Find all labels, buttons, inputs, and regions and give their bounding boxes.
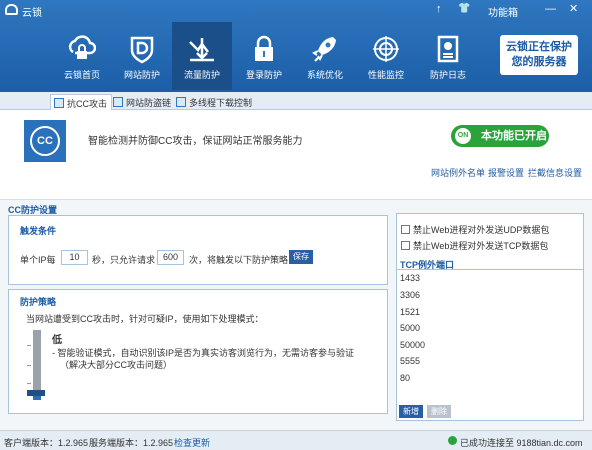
list-item[interactable]: 1521 — [400, 307, 420, 317]
feature-info-panel: CC 智能检测并防御CC攻击，保证网站正常服务能力 ON 本功能已开启 网站例外… — [0, 110, 592, 200]
list-item[interactable]: 80 — [400, 373, 410, 383]
nav-label: 性能监控 — [367, 70, 404, 80]
trigger-text-3: 次，将触发以下防护策略 — [189, 255, 289, 265]
tab-anti-hotlink[interactable]: 网站防盗链 — [110, 94, 175, 110]
function-box-button[interactable]: 功能箱 — [488, 4, 518, 19]
link-alarm-settings[interactable]: 报警设置 — [488, 166, 524, 179]
skin-icon[interactable]: 👕 — [458, 3, 470, 15]
on-indicator-icon: ON — [455, 128, 471, 144]
checkbox-box[interactable] — [401, 225, 410, 234]
list-item[interactable]: 1433 — [400, 273, 420, 283]
app-title: 云锁 — [22, 8, 42, 19]
nav-label: 登录防护 — [245, 70, 282, 80]
nav-traffic-protection[interactable]: 流量防护 — [172, 22, 232, 90]
tab-label: 抗CC攻击 — [67, 99, 107, 109]
shield-d-icon — [130, 36, 154, 64]
tcp-block-checkbox[interactable]: 禁止Web进程对外发送TCP数据包 — [401, 239, 548, 252]
save-button[interactable]: 保存 — [289, 250, 313, 264]
add-port-button[interactable]: 新增 — [399, 405, 423, 418]
link-website-exceptions[interactable]: 网站例外名单 — [431, 166, 485, 179]
promo-line-2: 您的服务器 — [511, 56, 567, 68]
nav-protection-log[interactable]: 防护日志 — [418, 22, 478, 90]
nav-website-protection[interactable]: 网站防护 — [112, 22, 172, 90]
nav-label: 网站防护 — [123, 70, 160, 80]
slider-tick — [27, 345, 31, 346]
nav-login-protection[interactable]: 登录防护 — [234, 22, 294, 90]
connected-status-icon — [448, 436, 457, 445]
title-bar: 云锁 ↑ 👕 功能箱 — ✕ — [0, 0, 592, 20]
network-rules-panel: 禁止Web进程对外发送UDP数据包 禁止Web进程对外发送TCP数据包 TCP例… — [396, 213, 584, 421]
tcp-port-list[interactable]: 1433 3306 1521 5000 50000 5555 80 — [397, 269, 583, 404]
slider-tick — [27, 365, 31, 366]
nav-performance-monitor[interactable]: 性能监控 — [356, 22, 416, 90]
nav-system-optimize[interactable]: 系统优化 — [295, 22, 355, 90]
list-item[interactable]: 5555 — [400, 356, 420, 366]
cc-badge-text: CC — [30, 126, 60, 156]
traffic-arrow-icon — [189, 38, 214, 62]
check-update-link[interactable]: 检查更新 — [174, 436, 210, 449]
udp-label: 禁止Web进程对外发送UDP数据包 — [413, 225, 550, 235]
log-document-icon — [437, 35, 459, 63]
protection-status-banner: 云锁正在保护 您的服务器 — [500, 35, 578, 75]
hotlink-tab-icon — [113, 97, 123, 107]
toggle-label: 本功能已开启 — [481, 130, 547, 142]
udp-block-checkbox[interactable]: 禁止Web进程对外发送UDP数据包 — [401, 223, 549, 236]
trigger-text-1: 单个IP每 — [20, 255, 56, 265]
server-version: 服务端版本：1.2.965 — [89, 438, 174, 448]
cloud-lock-icon — [68, 35, 96, 59]
nav-label: 流量防护 — [183, 70, 220, 80]
client-version: 客户端版本：1.2.965 — [4, 438, 89, 448]
trigger-text-2: 秒，只允许请求 — [92, 255, 156, 265]
close-button[interactable]: ✕ — [569, 3, 578, 15]
nav-label: 防护日志 — [429, 70, 466, 80]
status-bar: 客户端版本：1.2.965 服务端版本：1.2.965 检查更新 已成功连接至 … — [0, 430, 592, 450]
upload-icon[interactable]: ↑ — [436, 3, 442, 15]
tcp-label: 禁止Web进程对外发送TCP数据包 — [413, 241, 549, 251]
link-block-info-settings[interactable]: 拦截信息设置 — [528, 166, 582, 179]
list-item[interactable]: 50000 — [400, 340, 425, 350]
feature-description: 智能检测并防御CC攻击，保证网站正常服务能力 — [88, 136, 303, 147]
download-tab-icon — [176, 97, 186, 107]
checkbox-box[interactable] — [401, 241, 410, 250]
top-toolbar: 云锁 ↑ 👕 功能箱 — ✕ 云锁首页 网站防护 流量防护 登录防护 系统优化 … — [0, 0, 592, 92]
trigger-title: 触发条件 — [20, 226, 57, 236]
nav-cloud-lock-home[interactable]: 云锁首页 — [52, 22, 112, 90]
promo-line-1: 云锁正在保护 — [506, 41, 572, 53]
cc-shield-icon: CC — [24, 120, 66, 162]
delete-port-button[interactable]: 删除 — [427, 405, 451, 418]
padlock-icon — [255, 35, 273, 61]
tab-label: 多线程下载控制 — [189, 98, 253, 108]
tab-anti-cc[interactable]: 抗CC攻击 — [50, 94, 112, 110]
list-item[interactable]: 5000 — [400, 323, 420, 333]
nav-label: 云锁首页 — [63, 70, 100, 80]
minimize-button[interactable]: — — [545, 3, 556, 15]
feature-toggle-button[interactable]: ON 本功能已开启 — [451, 125, 549, 147]
anti-cc-tab-icon — [54, 98, 64, 108]
seconds-input[interactable]: 10 — [61, 250, 88, 265]
requests-input[interactable]: 600 — [157, 250, 184, 265]
tab-bar: 抗CC攻击 网站防盗链 多线程下载控制 — [0, 92, 592, 110]
tab-label: 网站防盗链 — [126, 98, 172, 108]
list-item[interactable]: 3306 — [400, 290, 420, 300]
connection-status: 已成功连接至 9188tian.dc.com — [460, 438, 583, 448]
strategy-level: 低 — [52, 335, 62, 346]
nav-label: 系统优化 — [306, 70, 343, 80]
strategy-detail-2: （解决大部分CC攻击问题） — [60, 360, 172, 370]
radar-icon — [373, 36, 399, 62]
rocket-icon — [312, 37, 336, 62]
strategy-title: 防护策略 — [20, 297, 57, 307]
slider-handle[interactable] — [27, 390, 45, 396]
tab-multithread-download[interactable]: 多线程下载控制 — [173, 94, 256, 110]
slider-tick — [27, 383, 31, 384]
app-logo-icon — [5, 4, 18, 15]
strategy-intro: 当网站遭受到CC攻击时，针对可疑IP，使用如下处理模式： — [26, 314, 264, 324]
